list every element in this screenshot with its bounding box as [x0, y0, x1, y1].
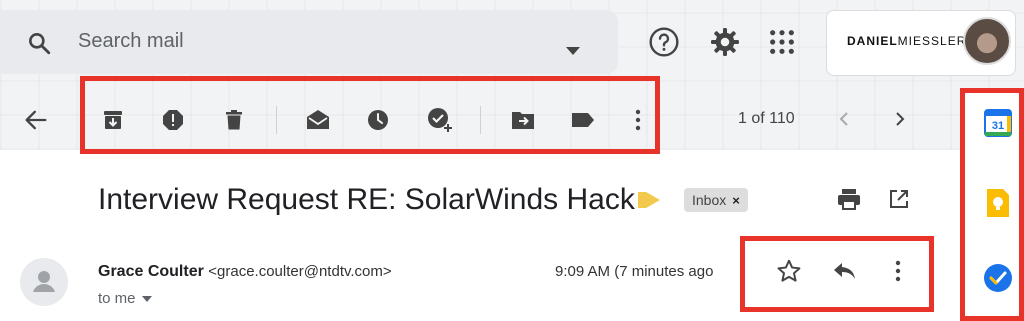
inbox-label-chip: Inbox ×: [684, 188, 748, 212]
search-bar[interactable]: Search mail: [0, 10, 618, 74]
search-options-icon[interactable]: [566, 47, 580, 55]
brand-logo: DANIELMIESSLER: [847, 34, 967, 48]
avatar[interactable]: [963, 17, 1011, 65]
sender-email: <grace.coulter@ntdtv.com>: [208, 263, 392, 280]
show-details-icon[interactable]: [141, 296, 152, 303]
back-arrow-icon[interactable]: [22, 106, 50, 134]
message-timestamp: 9:09 AM (7 minutes ago: [555, 263, 714, 280]
highlight-actions-box: [740, 236, 934, 312]
sender-name[interactable]: Grace Coulter: [98, 263, 204, 280]
highlight-toolbar-box: [80, 76, 660, 154]
search-input[interactable]: Search mail: [78, 30, 184, 53]
settings-icon[interactable]: [709, 26, 741, 58]
apps-icon[interactable]: [768, 28, 796, 56]
sender-avatar[interactable]: [20, 258, 68, 306]
sender-line: Grace Coulter <grace.coulter@ntdtv.com>: [98, 263, 392, 281]
newer-chevron-icon[interactable]: [836, 110, 852, 128]
pagination-count: 1 of 110: [738, 110, 795, 127]
email-subject: Interview Request RE: SolarWinds Hack: [98, 183, 635, 216]
person-icon: [33, 271, 55, 292]
remove-label-icon[interactable]: ×: [732, 193, 740, 208]
search-icon[interactable]: [26, 30, 52, 56]
importance-marker-icon[interactable]: [638, 192, 660, 208]
print-icon[interactable]: [836, 187, 862, 211]
older-chevron-icon[interactable]: [892, 110, 908, 128]
open-in-new-window-icon[interactable]: [888, 188, 910, 210]
help-icon[interactable]: [648, 26, 680, 58]
recipients-toggle[interactable]: to me: [98, 290, 152, 307]
highlight-sidebar-box: [960, 88, 1024, 321]
account-switcher[interactable]: DANIELMIESSLER: [826, 10, 1016, 76]
